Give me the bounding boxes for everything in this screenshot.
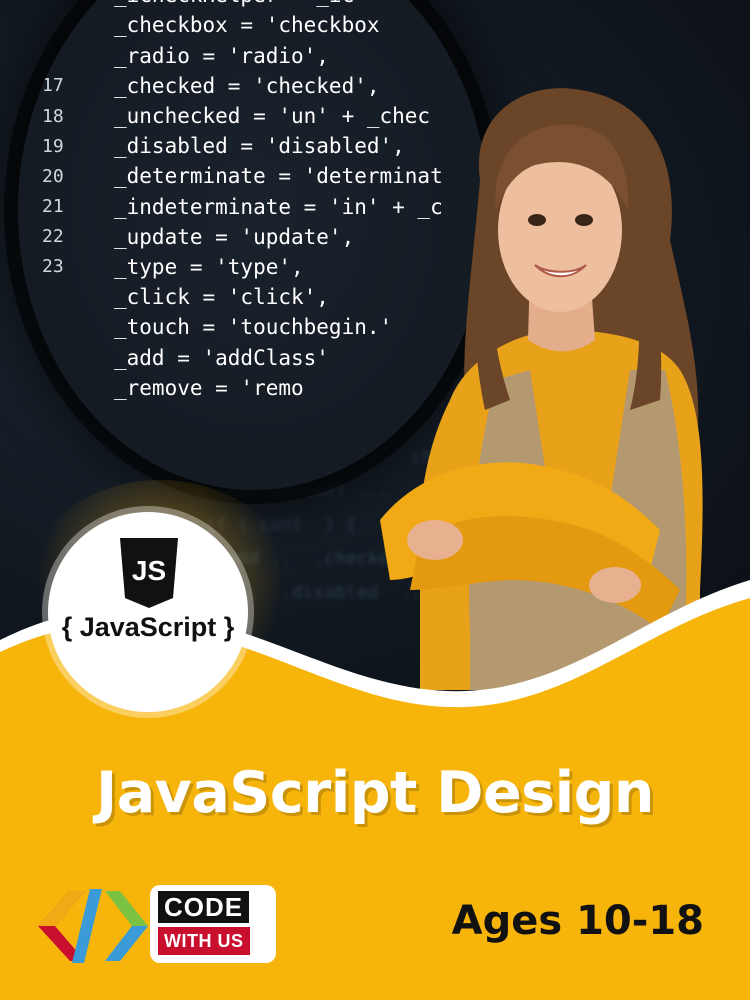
code-text: _click = 'click',: [114, 285, 329, 310]
code-text: _add = 'addClass': [114, 345, 329, 370]
logo-with-us-text: WITH US: [158, 927, 250, 955]
logo-wordmark: CODE WITH US: [150, 885, 276, 963]
course-title: JavaScript Design: [96, 760, 655, 826]
code-line: _iCheckHelper = _iC: [40, 0, 488, 10]
code-with-us-logo: CODE WITH US: [30, 875, 276, 975]
javascript-label: { JavaScript }: [61, 612, 235, 642]
js-shield-icon: JS: [120, 538, 178, 608]
line-number: 23: [42, 256, 64, 278]
code-text: _radio = 'radio',: [114, 43, 329, 68]
line-number: 18: [42, 105, 64, 127]
code-text: _remove = 'remo: [114, 375, 304, 400]
line-number: 19: [42, 135, 64, 157]
age-range: Ages 10-18: [451, 898, 704, 944]
js-shield-text: JS: [132, 555, 166, 586]
code-text: _checked = 'checked',: [114, 73, 380, 98]
line-number: 17: [42, 75, 64, 97]
code-line: _checkbox = 'checkbox: [40, 10, 488, 40]
line-number: 21: [42, 196, 64, 218]
code-text: _touch = 'touchbegin.': [114, 315, 393, 340]
logo-code-text: CODE: [158, 891, 250, 923]
code-text: _type = 'type',: [114, 254, 304, 279]
code-text: _iCheckHelper = _iC: [114, 0, 354, 7]
brackets-logo-icon: [38, 889, 148, 963]
line-number: 22: [42, 226, 64, 248]
course-poster: .addClass(...) checkbox -- .css(option) …: [0, 0, 750, 1000]
code-line: _radio = 'radio',: [40, 41, 488, 71]
line-number: 20: [42, 165, 64, 187]
code-text: _checkbox = 'checkbox: [114, 13, 380, 38]
javascript-badge: JS { JavaScript }: [48, 512, 248, 712]
code-text: _update = 'update',: [114, 224, 355, 249]
